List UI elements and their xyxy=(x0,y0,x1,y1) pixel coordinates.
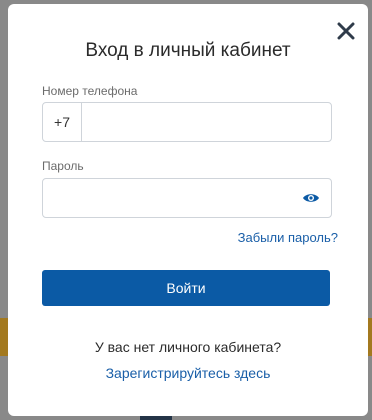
eye-icon xyxy=(303,194,319,202)
phone-field: +7 xyxy=(42,102,332,142)
login-button[interactable]: Войти xyxy=(42,270,330,306)
close-icon xyxy=(337,22,355,40)
password-field xyxy=(42,178,332,218)
phone-prefix: +7 xyxy=(43,103,82,141)
no-account-text: У вас нет личного кабинета? xyxy=(94,339,282,355)
login-modal: Вход в личный кабинет Номер телефона +7 … xyxy=(8,4,368,416)
password-label: Пароль xyxy=(42,159,84,173)
password-input[interactable] xyxy=(43,190,291,206)
forgot-password-link[interactable]: Забыли пароль? xyxy=(238,230,338,245)
register-link[interactable]: Зарегистрируйтесь здесь xyxy=(8,365,368,381)
phone-input[interactable] xyxy=(82,103,331,141)
show-password-button[interactable] xyxy=(291,179,331,217)
modal-title: Вход в личный кабинет xyxy=(85,40,291,61)
phone-label: Номер телефона xyxy=(42,84,138,98)
